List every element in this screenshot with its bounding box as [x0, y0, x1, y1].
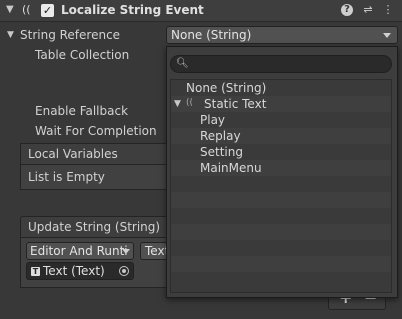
string-reference-dropdown[interactable]: None (String) [166, 26, 398, 44]
tree-item-label: Setting [200, 145, 243, 159]
local-variables-header[interactable]: Local Variables [20, 143, 167, 165]
string-reference-value: None (String) [171, 28, 252, 42]
table-collection-label: Table Collection [35, 48, 130, 62]
tree-item-play[interactable]: Play [171, 112, 391, 128]
tree-item-label: None (String) [186, 81, 267, 95]
tree-empty-row [171, 272, 391, 288]
tree-item-mainmenu[interactable]: MainMenu [171, 160, 391, 176]
search-icon: 🔍︎ [176, 58, 189, 69]
wait-for-completion-label: Wait For Completion [35, 124, 157, 138]
component-header: ▼ (( ✓ Localize String Event ? ⇌ ⋮ [0, 0, 402, 22]
local-variables-title: Local Variables [28, 147, 118, 161]
string-table-icon: (( [186, 98, 194, 108]
tree-empty-row [171, 224, 391, 240]
popup-search-field[interactable]: 🔍︎ [170, 55, 392, 73]
sliders-icon[interactable]: ⇌ [361, 3, 375, 17]
localize-component-icon: (( [22, 3, 31, 16]
tree-empty-row [171, 176, 391, 192]
chevron-down-icon [122, 249, 130, 254]
tree-empty-row [171, 192, 391, 208]
foldout-arrow-icon[interactable]: ▼ [6, 4, 14, 15]
expand-arrow-icon[interactable]: ▼ [174, 99, 181, 109]
component-enabled-checkbox[interactable]: ✓ [41, 4, 54, 17]
tree-item-label: MainMenu [200, 161, 262, 175]
tree-empty-row [171, 240, 391, 256]
enable-fallback-label: Enable Fallback [35, 104, 129, 118]
string-reference-foldout-icon[interactable]: ▼ [7, 30, 14, 40]
text-component-icon: T [31, 267, 40, 276]
chevron-down-icon [383, 33, 391, 38]
target-object-value: Text (Text) [43, 264, 105, 278]
string-reference-label: String Reference [20, 28, 121, 42]
local-variables-list: List is Empty [20, 165, 167, 190]
tree-item-label: Replay [200, 129, 241, 143]
popup-tree-list: None (String) ▼ (( Static Text Play Repl… [170, 79, 392, 293]
runtime-mode-dropdown[interactable]: Editor And Runti [26, 242, 134, 260]
object-picker-icon[interactable] [119, 266, 129, 276]
target-object-field[interactable]: T Text (Text) [26, 262, 134, 280]
tree-item-replay[interactable]: Replay [171, 128, 391, 144]
tree-item-label: Static Text [204, 97, 267, 111]
tree-item-setting[interactable]: Setting [171, 144, 391, 160]
tree-item-none[interactable]: None (String) [171, 80, 391, 96]
component-title: Localize String Event [61, 3, 204, 17]
tree-empty-row [171, 208, 391, 224]
runtime-mode-value: Editor And Runti [30, 244, 128, 258]
list-empty-text: List is Empty [28, 170, 105, 184]
tree-item-label: Play [200, 113, 226, 127]
tree-item-static-text[interactable]: ▼ (( Static Text [171, 96, 391, 112]
update-string-title: Update String (String) [28, 220, 161, 234]
kebab-menu-icon[interactable]: ⋮ [381, 3, 395, 17]
help-icon[interactable]: ? [341, 4, 353, 16]
tree-empty-row [171, 256, 391, 272]
